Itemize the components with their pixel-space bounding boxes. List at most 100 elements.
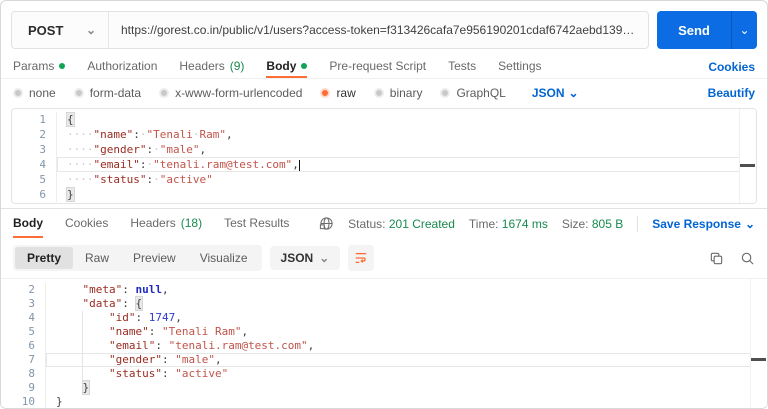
line-number: 1	[39, 113, 46, 126]
line-number: 7	[28, 353, 35, 366]
code-line[interactable]: 1{	[12, 112, 756, 127]
line-number: 9	[28, 381, 35, 394]
indent-guide	[82, 311, 83, 381]
divider	[637, 215, 639, 232]
tab-label: Headers	[130, 215, 176, 230]
request-tabs: Params Authorization Headers (9) Body Pr…	[1, 55, 767, 79]
chevron-down-icon: ⌄	[568, 85, 579, 100]
tab-body[interactable]: Body	[266, 55, 308, 78]
line-number: 4	[28, 311, 35, 324]
radio-label: none	[29, 85, 56, 100]
wrap-lines-button[interactable]	[348, 245, 375, 271]
tab-label: Body	[266, 58, 297, 73]
code-text: {	[56, 112, 756, 127]
code-line[interactable]: 9 }	[1, 381, 767, 395]
response-tab-body[interactable]: Body	[13, 209, 43, 238]
chevron-down-icon: ⌄	[319, 251, 330, 265]
tab-settings[interactable]: Settings	[498, 55, 541, 78]
code-text: ····"email":·"tenali.ram@test.com",	[56, 157, 756, 172]
format-label: JSON	[280, 251, 314, 265]
code-line[interactable]: 2 "meta": null,	[1, 283, 767, 297]
scrollbar-rail[interactable]	[750, 279, 767, 408]
search-icon[interactable]	[740, 251, 755, 266]
line-number: 3	[28, 297, 35, 310]
radio-binary[interactable]: binary	[373, 85, 423, 100]
request-body-editor[interactable]: 1{2 ····"name":·"Tenali·Ram", 3 ····"gender…	[11, 108, 757, 204]
copy-icon[interactable]	[709, 251, 724, 266]
code-line[interactable]: 2 ····"name":·"Tenali·Ram",	[12, 127, 756, 142]
code-line[interactable]: 3 "data": {	[1, 297, 767, 311]
green-dot-icon	[301, 62, 308, 69]
line-number: 4	[39, 158, 46, 171]
send-options-button[interactable]: ⌄	[731, 11, 757, 49]
code-line[interactable]: 6}	[12, 187, 756, 202]
scrollbar-rail[interactable]	[739, 109, 756, 203]
save-response-button[interactable]: Save Response ⌄	[652, 217, 755, 231]
radio-label: raw	[336, 85, 356, 100]
code-line[interactable]: 6 "email": "tenali.ram@test.com",	[1, 339, 767, 353]
tab-params[interactable]: Params	[13, 55, 66, 78]
tab-headers[interactable]: Headers (9)	[179, 55, 244, 78]
postman-window: POST ⌄ https://gorest.co.in/public/v1/us…	[0, 0, 768, 409]
response-toolbar: Pretty Raw Preview Visualize JSON ⌄	[1, 238, 767, 278]
tab-tests[interactable]: Tests	[448, 55, 476, 78]
beautify-link[interactable]: Beautify	[708, 86, 755, 100]
headers-count: (9)	[229, 58, 245, 73]
view-pretty[interactable]: Pretty	[15, 247, 74, 269]
radio-form-data[interactable]: form-data	[73, 85, 142, 100]
method-select[interactable]: POST ⌄	[12, 23, 108, 38]
code-text: "id": 1747,	[45, 311, 767, 325]
code-text: "status": "active"	[45, 367, 767, 381]
format-select[interactable]: JSON ⌄	[532, 86, 579, 100]
response-format-select[interactable]: JSON ⌄	[269, 246, 341, 270]
view-preview[interactable]: Preview	[121, 247, 188, 269]
code-line[interactable]: 7 "gender": "male",	[1, 353, 767, 367]
code-line[interactable]: 5 "name": "Tenali Ram",	[1, 325, 767, 339]
response-body-viewer[interactable]: 2 "meta": null, 3 "data": {4 "id": 1747, 5…	[1, 278, 767, 408]
chevron-down-icon: ⌄	[85, 23, 96, 37]
tab-authorization[interactable]: Authorization	[87, 55, 157, 78]
radio-label: form-data	[89, 85, 142, 100]
response-tab-cookies[interactable]: Cookies	[65, 209, 108, 238]
response-tab-headers[interactable]: Headers (18)	[130, 209, 202, 238]
line-number: 5	[28, 325, 35, 338]
radio-graphql[interactable]: GraphQL	[440, 86, 506, 100]
view-raw[interactable]: Raw	[73, 247, 121, 269]
cookies-link[interactable]: Cookies	[708, 60, 755, 74]
request-url-bar: POST ⌄ https://gorest.co.in/public/v1/us…	[11, 11, 757, 49]
code-line[interactable]: 4 ····"email":·"tenali.ram@test.com",	[12, 157, 756, 172]
line-number: 2	[28, 283, 35, 296]
response-tab-test-results[interactable]: Test Results	[224, 209, 289, 238]
tab-pre-request-script[interactable]: Pre-request Script	[329, 55, 426, 78]
status-code: Status: 201 Created	[348, 216, 455, 231]
code-line[interactable]: 4 "id": 1747,	[1, 311, 767, 325]
radio-icon	[440, 87, 451, 98]
code-text: "data": {	[45, 297, 767, 311]
code-line[interactable]: 5 ····"status":·"active"	[12, 172, 756, 187]
radio-x-www-form-urlencoded[interactable]: x-www-form-urlencoded	[159, 86, 302, 100]
tab-label: Authorization	[87, 58, 158, 73]
line-number: 10	[21, 395, 35, 408]
status-value: 201 Created	[388, 216, 455, 231]
code-line[interactable]: 3 ····"gender":·"male",	[12, 142, 756, 157]
send-button[interactable]: Send	[657, 11, 731, 49]
toolbar-icons	[709, 251, 755, 266]
scroll-marker	[740, 164, 755, 167]
chevron-down-icon: ⌄	[739, 23, 750, 37]
view-visualize[interactable]: Visualize	[188, 247, 260, 269]
url-input[interactable]: https://gorest.co.in/public/v1/users?acc…	[109, 23, 648, 37]
code-line[interactable]: 10}	[1, 395, 767, 408]
code-text: }	[45, 395, 767, 408]
radio-raw[interactable]: raw	[320, 85, 356, 100]
radio-icon	[13, 87, 23, 98]
response-header: Body Cookies Headers (18) Test Results S…	[1, 208, 767, 238]
network-globe-icon[interactable]	[319, 216, 334, 231]
view-switcher: Pretty Raw Preview Visualize	[13, 245, 262, 271]
body-type-row: none form-data x-www-form-urlencoded raw…	[1, 79, 767, 106]
size-value: 805 B	[591, 216, 624, 231]
code-line[interactable]: 8 "status": "active"	[1, 367, 767, 381]
tab-label: Cookies	[65, 215, 109, 230]
radio-none[interactable]: none	[13, 86, 56, 100]
radio-label: binary	[389, 85, 423, 100]
code-text: }	[56, 187, 756, 202]
